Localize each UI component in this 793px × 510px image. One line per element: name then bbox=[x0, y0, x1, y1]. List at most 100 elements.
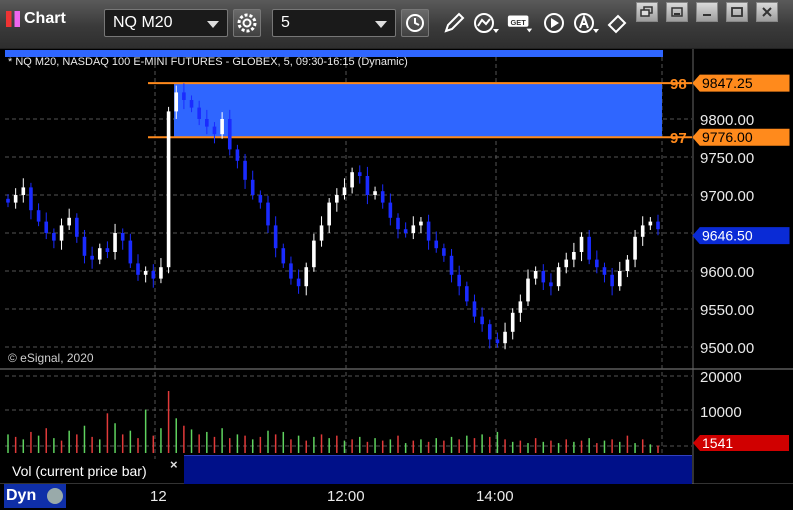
candle-body bbox=[457, 274, 461, 287]
candle-body bbox=[151, 271, 156, 279]
candle-body bbox=[533, 271, 538, 279]
candle-body bbox=[220, 119, 224, 135]
candle-body bbox=[319, 225, 324, 241]
candle-body bbox=[487, 324, 492, 340]
candle-body bbox=[205, 119, 209, 127]
price-zone bbox=[174, 83, 662, 138]
candle-body bbox=[29, 187, 33, 211]
volume-y-tick: 10000 bbox=[700, 404, 742, 421]
candle-body bbox=[281, 248, 286, 264]
candle-body bbox=[128, 240, 133, 264]
candle-body bbox=[388, 202, 393, 218]
y-tick-label: 9600.00 bbox=[700, 264, 754, 281]
candle-body bbox=[296, 278, 301, 287]
candle-body bbox=[52, 233, 56, 241]
lock-icon bbox=[47, 488, 63, 504]
candle-body bbox=[572, 252, 576, 260]
candle-body bbox=[212, 126, 217, 135]
candle-body bbox=[602, 267, 607, 275]
upper-level-tag: 98 bbox=[670, 76, 687, 93]
candle-body bbox=[44, 221, 49, 233]
copyright-text: © eSignal, 2020 bbox=[8, 351, 94, 365]
dynamic-mode-button[interactable]: Dyn bbox=[4, 484, 66, 508]
candle-body bbox=[266, 202, 270, 226]
candle-body bbox=[472, 301, 477, 317]
candle-body bbox=[289, 263, 293, 279]
candle-body bbox=[549, 282, 553, 287]
candle-body bbox=[465, 286, 469, 302]
candle-body bbox=[495, 339, 500, 344]
candle-body bbox=[113, 233, 117, 252]
candle-body bbox=[587, 236, 591, 260]
candle-body bbox=[258, 195, 263, 203]
candle-body bbox=[243, 160, 247, 180]
candle-body bbox=[396, 217, 400, 230]
y-tick-label: 9800.00 bbox=[700, 112, 754, 129]
close-study-icon[interactable]: × bbox=[170, 457, 178, 472]
price-chart[interactable]: 98979800.009750.009700.009650.009600.009… bbox=[0, 0, 793, 510]
volume-y-tick: 20000 bbox=[700, 369, 742, 386]
candle-body bbox=[625, 259, 630, 271]
candle-body bbox=[442, 248, 446, 256]
upper-level-price: 9847.25 bbox=[702, 75, 753, 91]
candle-body bbox=[419, 221, 423, 226]
candle-body bbox=[174, 92, 179, 112]
candle-body bbox=[197, 107, 201, 119]
candle-body bbox=[449, 255, 454, 275]
candle-body bbox=[82, 236, 87, 256]
candle-body bbox=[59, 225, 64, 241]
candle-body bbox=[633, 236, 637, 260]
y-tick-label: 9500.00 bbox=[700, 340, 754, 357]
candle-body bbox=[159, 267, 163, 279]
candle-body bbox=[640, 225, 645, 237]
candle-body bbox=[595, 259, 599, 268]
candle-body bbox=[6, 198, 10, 203]
candle-body bbox=[227, 119, 232, 150]
volume-last-value: 1541 bbox=[702, 435, 733, 451]
candle-body bbox=[426, 221, 431, 241]
candle-body bbox=[335, 195, 339, 203]
candle-body bbox=[434, 240, 439, 249]
candle-body bbox=[273, 225, 278, 249]
candle-body bbox=[36, 210, 41, 222]
candle-body bbox=[105, 248, 110, 252]
y-tick-label: 9550.00 bbox=[700, 302, 754, 319]
x-tick-label: 12:00 bbox=[327, 488, 365, 505]
candle-body bbox=[373, 191, 377, 195]
candle-body bbox=[342, 187, 347, 195]
candle-body bbox=[75, 217, 79, 237]
candle-body bbox=[327, 202, 331, 226]
candle-body bbox=[564, 259, 569, 268]
candle-body bbox=[480, 316, 484, 325]
candle-body bbox=[556, 267, 561, 287]
candle-body bbox=[503, 331, 507, 344]
x-tick-label: 14:00 bbox=[476, 488, 514, 505]
x-tick-label: 12 bbox=[150, 488, 167, 505]
volume-study-label[interactable]: Vol (current price bar) bbox=[6, 459, 182, 483]
candle-body bbox=[350, 172, 354, 188]
candle-body bbox=[648, 221, 653, 226]
candle-body bbox=[21, 187, 26, 195]
candle-body bbox=[411, 225, 416, 233]
candle-body bbox=[235, 149, 240, 161]
y-tick-label: 9750.00 bbox=[700, 150, 754, 167]
candle-body bbox=[312, 240, 316, 268]
candle-body bbox=[380, 191, 385, 203]
y-tick-label: 9700.00 bbox=[700, 188, 754, 205]
candle-body bbox=[656, 221, 660, 230]
candle-body bbox=[541, 271, 546, 283]
lower-level-tag: 97 bbox=[670, 130, 687, 147]
candle-body bbox=[357, 172, 362, 176]
dynamic-mode-label: Dyn bbox=[6, 487, 37, 504]
candle-body bbox=[166, 111, 171, 268]
candle-body bbox=[304, 267, 309, 287]
candle-body bbox=[67, 217, 71, 226]
candle-body bbox=[617, 271, 622, 287]
study-label-band bbox=[184, 455, 692, 484]
lower-level-price: 9776.00 bbox=[702, 129, 753, 145]
candle-body bbox=[510, 312, 515, 332]
time-axis bbox=[0, 484, 793, 510]
candle-body bbox=[250, 179, 255, 195]
last-price-flag: 9646.50 bbox=[702, 228, 753, 244]
candle-body bbox=[189, 100, 194, 108]
